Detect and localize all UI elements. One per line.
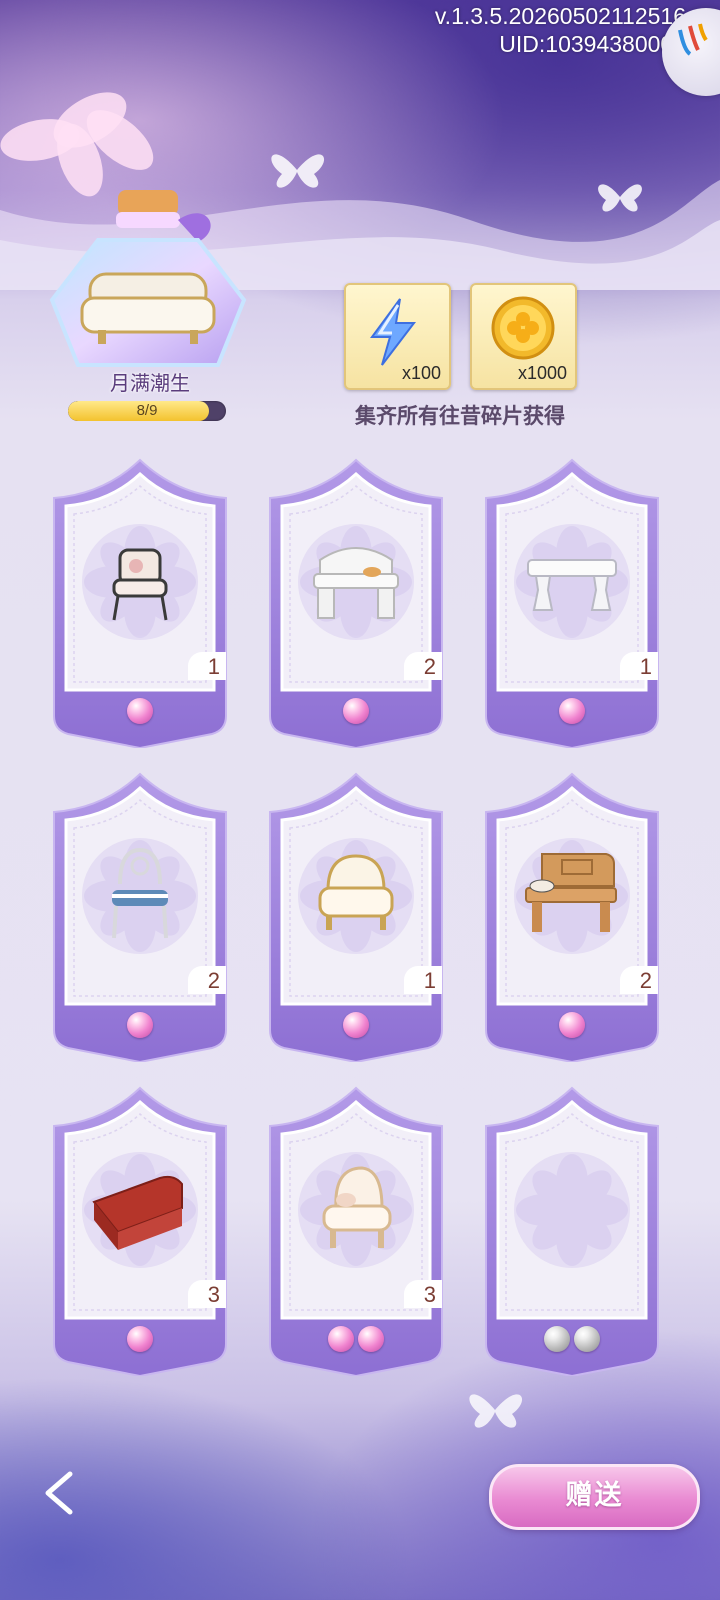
rarity-gems bbox=[476, 698, 668, 730]
set-progress-text: 8/9 bbox=[136, 402, 158, 419]
pink-gem-icon bbox=[358, 1326, 384, 1352]
pink-gem-icon bbox=[559, 1012, 585, 1038]
furniture-card-garden-armchair[interactable]: 1 bbox=[44, 458, 236, 748]
furniture-card-wooden-bench-with-cat[interactable]: 2 bbox=[476, 772, 668, 1062]
rarity-gems bbox=[260, 1326, 452, 1358]
version-label: v.1.3.5.20260502112516 bbox=[434, 3, 686, 29]
pink-gem-icon bbox=[328, 1326, 354, 1352]
furniture-card-cream-armchair[interactable]: 3 bbox=[260, 1086, 452, 1376]
wire-chair-striped-cushion-icon bbox=[112, 847, 168, 939]
pink-gem-icon bbox=[343, 698, 369, 724]
pink-gem-icon bbox=[343, 1012, 369, 1038]
gold-baroque-armchair-icon bbox=[318, 854, 394, 930]
reward-qty: x1000 bbox=[517, 363, 567, 383]
red-sofa-icon bbox=[92, 1175, 183, 1250]
gift-button[interactable]: 赠送 bbox=[489, 1464, 700, 1530]
gold-clover-coin-icon bbox=[491, 296, 555, 360]
pink-gem-icon bbox=[559, 698, 585, 724]
reward-gold[interactable]: x1000 bbox=[470, 283, 577, 390]
fragment-count: 3 bbox=[188, 1280, 226, 1308]
reward-energy[interactable]: x100 bbox=[344, 283, 451, 390]
fragment-count: 2 bbox=[188, 966, 226, 994]
fragment-count: 1 bbox=[404, 966, 442, 994]
butterfly-icon bbox=[271, 154, 325, 188]
bottle-icon bbox=[49, 190, 247, 367]
rarity-gems bbox=[260, 698, 452, 730]
set-progress-bar: 8/9 bbox=[68, 401, 226, 421]
garden-armchair-icon bbox=[112, 548, 168, 621]
pink-gem-icon bbox=[127, 1326, 153, 1352]
butterfly-icon bbox=[598, 184, 642, 212]
furniture-card-gold-baroque-armchair[interactable]: 1 bbox=[260, 772, 452, 1062]
silver-gem-icon bbox=[544, 1326, 570, 1352]
fragment-count: 1 bbox=[188, 652, 226, 680]
back-arrow-icon bbox=[45, 1471, 73, 1515]
rarity-gems bbox=[44, 698, 236, 730]
wooden-bench-with-cat-icon bbox=[525, 853, 617, 932]
furniture-card-red-sofa[interactable]: 3 bbox=[44, 1086, 236, 1376]
energy-bolt-icon bbox=[370, 298, 417, 366]
silver-gem-icon bbox=[574, 1326, 600, 1352]
fragment-count: 2 bbox=[620, 966, 658, 994]
rarity-gems bbox=[44, 1012, 236, 1044]
marble-bench-icon bbox=[527, 559, 617, 611]
reward-qty: x100 bbox=[401, 363, 441, 383]
pink-gem-icon bbox=[127, 1012, 153, 1038]
butterfly-icon bbox=[469, 1394, 523, 1428]
rarity-gems bbox=[476, 1326, 668, 1358]
fragment-count: 3 bbox=[404, 1280, 442, 1308]
uid-label: UID:10394380006 bbox=[499, 31, 686, 57]
version-info: v.1.3.5.20260502112516 UID:10394380006 bbox=[435, 2, 686, 58]
furniture-card-marble-bench[interactable]: 1 bbox=[476, 458, 668, 748]
fragment-count: 2 bbox=[404, 652, 442, 680]
furniture-card-empty-slot[interactable] bbox=[476, 1086, 668, 1376]
rarity-gems bbox=[44, 1326, 236, 1358]
cream-armchair-icon bbox=[322, 1166, 392, 1248]
pink-gem-icon bbox=[127, 698, 153, 724]
set-name: 月满潮生 bbox=[110, 371, 190, 395]
furniture-card-wire-chair-striped-cushion[interactable]: 2 bbox=[44, 772, 236, 1062]
rarity-gems bbox=[476, 1012, 668, 1044]
rarity-gems bbox=[260, 1012, 452, 1044]
white-carved-bench-icon bbox=[313, 547, 399, 619]
fragment-count: 1 bbox=[620, 652, 658, 680]
app-logo-icon bbox=[678, 23, 708, 56]
reward-caption: 集齐所有往昔碎片获得 bbox=[355, 403, 565, 428]
furniture-card-white-carved-bench[interactable]: 2 bbox=[260, 458, 452, 748]
back-button[interactable] bbox=[36, 1468, 86, 1518]
